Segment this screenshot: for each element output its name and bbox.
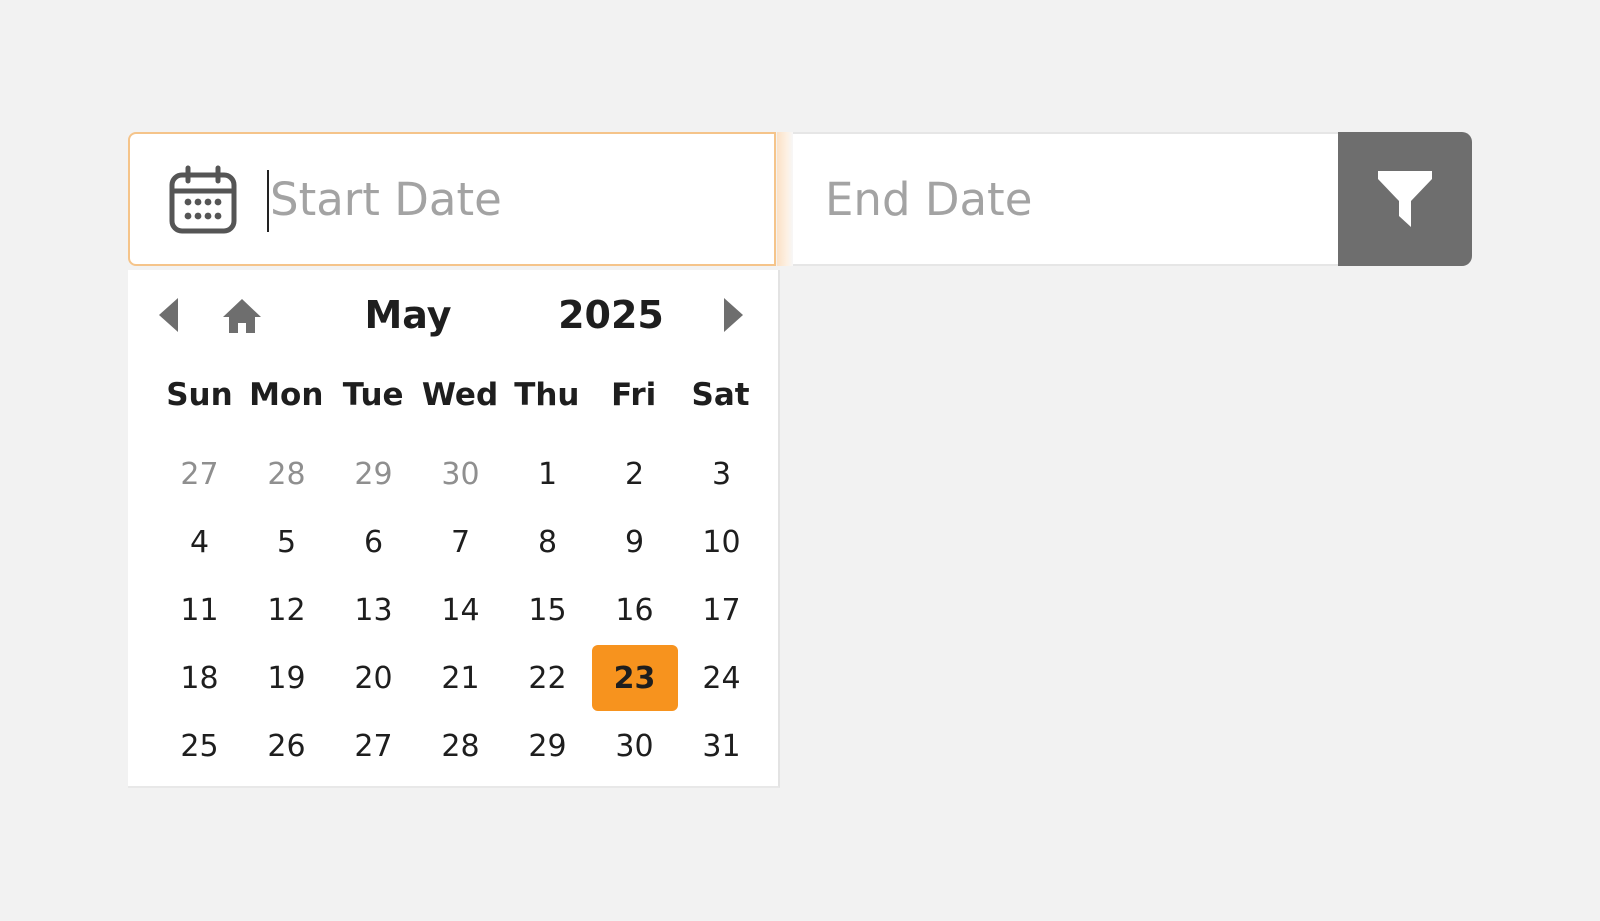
home-icon[interactable] <box>220 296 264 336</box>
calendar-day[interactable]: 8 <box>504 508 591 576</box>
filter-icon <box>1378 171 1432 227</box>
calendar-day[interactable]: 9 <box>591 508 678 576</box>
triangle-right-icon[interactable] <box>722 296 746 334</box>
calendar-day[interactable]: 10 <box>678 508 765 576</box>
weekday-label: Sat <box>691 377 750 413</box>
calendar-day[interactable]: 16 <box>591 576 678 644</box>
triangle-left-icon[interactable] <box>156 296 180 334</box>
days-grid: 27 28 29 30 1 2 3 4 5 6 7 8 9 10 11 12 1… <box>156 440 764 780</box>
weekday-label: Fri <box>611 377 657 413</box>
calendar-day[interactable]: 29 <box>504 712 591 780</box>
calendar-day[interactable]: 15 <box>504 576 591 644</box>
field-divider <box>777 132 793 266</box>
calendar-day[interactable]: 12 <box>243 576 330 644</box>
calendar-day[interactable]: 6 <box>330 508 417 576</box>
start-date-input[interactable] <box>270 164 750 234</box>
weekday-label: Mon <box>249 377 324 413</box>
calendar-day[interactable]: 20 <box>330 644 417 712</box>
calendar-day-selected[interactable]: 23 <box>591 644 678 712</box>
filter-button[interactable] <box>1338 132 1472 266</box>
calendar-day[interactable]: 25 <box>156 712 243 780</box>
month-label[interactable]: May <box>343 290 473 340</box>
date-range-bar <box>128 132 1472 266</box>
calendar-day[interactable]: 14 <box>417 576 504 644</box>
calendar-day-prev-month[interactable]: 27 <box>156 440 243 508</box>
weekday-header: Sun Mon Tue Wed Thu Fri Sat <box>156 370 764 420</box>
calendar-day[interactable]: 27 <box>330 712 417 780</box>
calendar-header: May 2025 <box>128 284 780 346</box>
calendar-day[interactable]: 11 <box>156 576 243 644</box>
end-date-field[interactable] <box>793 132 1338 266</box>
calendar-day[interactable]: 3 <box>678 440 765 508</box>
calendar-day[interactable]: 30 <box>591 712 678 780</box>
text-cursor <box>267 170 269 232</box>
calendar-day[interactable]: 19 <box>243 644 330 712</box>
weekday-label: Sun <box>166 377 233 413</box>
calendar-day[interactable]: 17 <box>678 576 765 644</box>
calendar-day-prev-month[interactable]: 28 <box>243 440 330 508</box>
weekday-label: Thu <box>514 377 580 413</box>
calendar-day-prev-month[interactable]: 29 <box>330 440 417 508</box>
calendar-day[interactable]: 22 <box>504 644 591 712</box>
start-date-field[interactable] <box>128 132 776 266</box>
calendar-day[interactable]: 28 <box>417 712 504 780</box>
end-date-input[interactable] <box>825 164 1305 234</box>
calendar-dropdown: May 2025 Sun Mon Tue Wed Thu Fri Sat 27 … <box>128 270 780 788</box>
weekday-label: Wed <box>421 377 499 413</box>
calendar-day[interactable]: 13 <box>330 576 417 644</box>
calendar-day-prev-month[interactable]: 30 <box>417 440 504 508</box>
year-label[interactable]: 2025 <box>546 290 676 340</box>
calendar-day[interactable]: 5 <box>243 508 330 576</box>
calendar-day[interactable]: 7 <box>417 508 504 576</box>
weekday-label: Tue <box>342 377 404 413</box>
calendar-day[interactable]: 18 <box>156 644 243 712</box>
calendar-day[interactable]: 1 <box>504 440 591 508</box>
calendar-day[interactable]: 26 <box>243 712 330 780</box>
calendar-day[interactable]: 4 <box>156 508 243 576</box>
calendar-icon <box>169 165 237 234</box>
calendar-day[interactable]: 24 <box>678 644 765 712</box>
calendar-day[interactable]: 31 <box>678 712 765 780</box>
calendar-day[interactable]: 21 <box>417 644 504 712</box>
calendar-day[interactable]: 2 <box>591 440 678 508</box>
selected-day-label: 23 <box>591 645 678 711</box>
